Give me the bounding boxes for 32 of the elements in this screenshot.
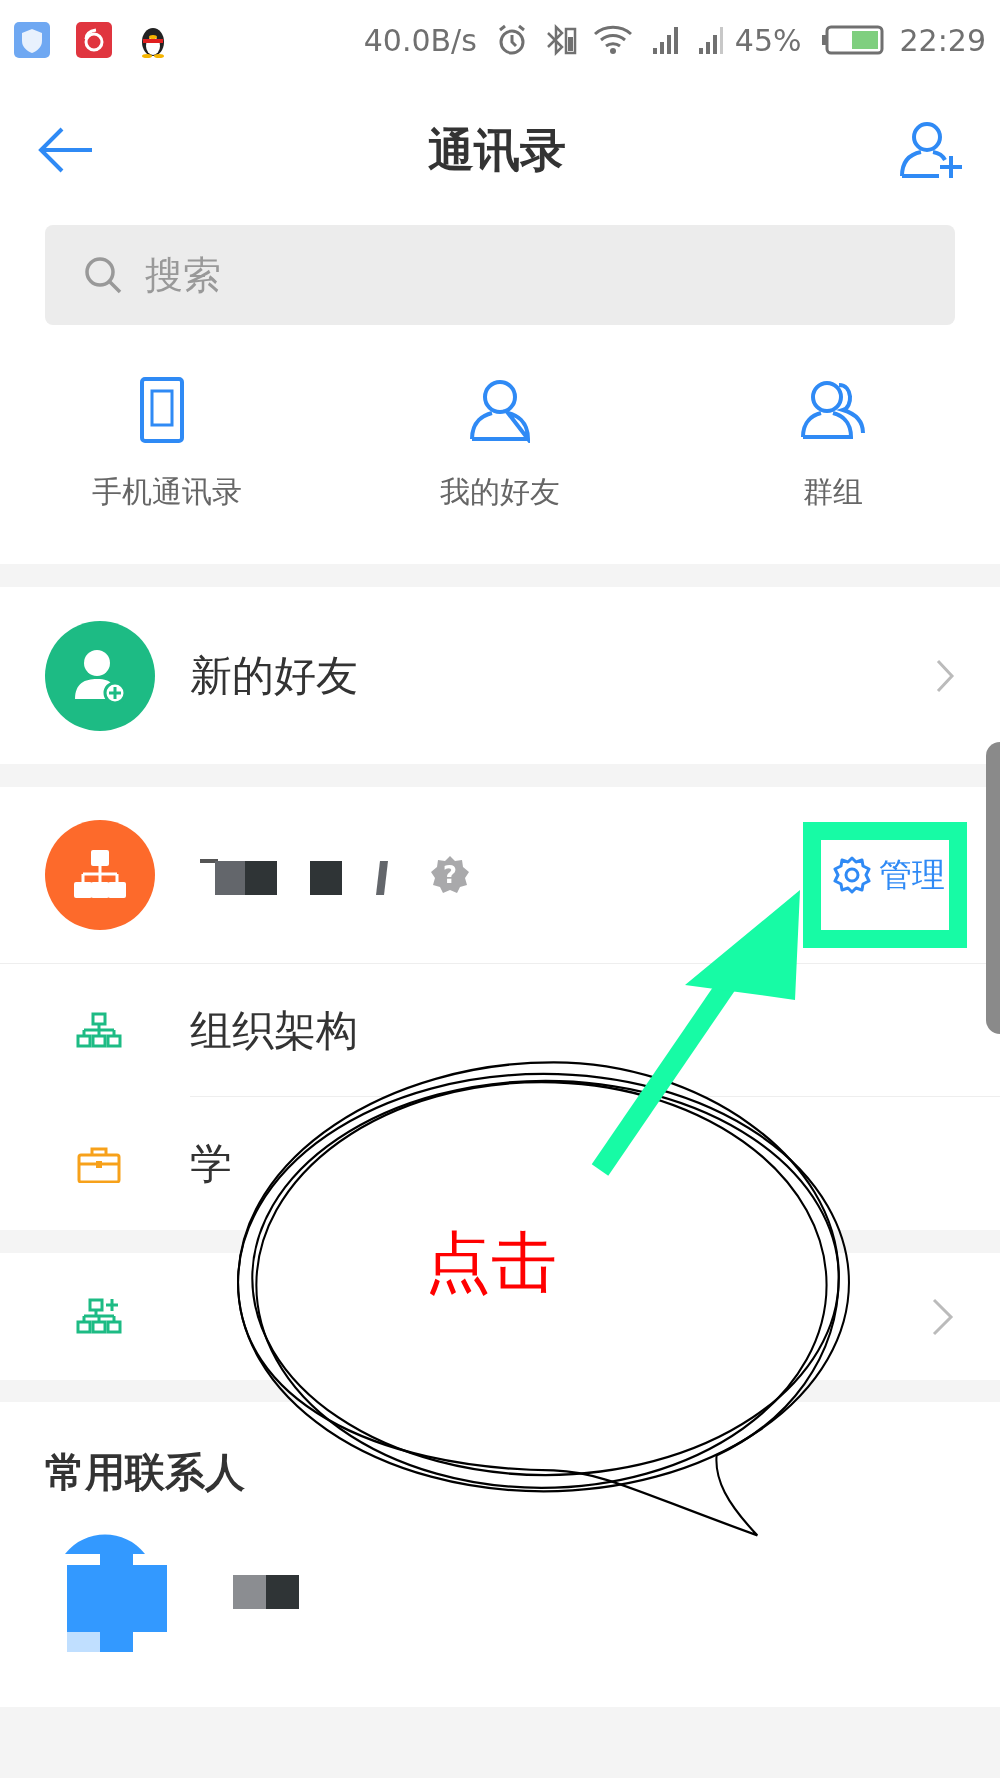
quick-link[interactable]: 我的好友: [333, 377, 667, 514]
search-icon: [83, 255, 123, 295]
avatar-add-person-icon: [45, 620, 155, 731]
person-icon: [468, 377, 532, 443]
clock: 22:29: [899, 21, 986, 60]
alarm-icon: [496, 24, 527, 56]
list-item[interactable]: 新的好友: [0, 587, 1000, 764]
gear-icon: [833, 856, 871, 894]
chevron-right-icon: [935, 657, 955, 694]
page-title: 通讯录: [428, 121, 566, 179]
org-chart-icon: [76, 1011, 122, 1050]
redacted-name: [233, 1575, 299, 1609]
scrollbar-thumb[interactable]: [986, 742, 1000, 1034]
add-org-chart-icon: [76, 1297, 122, 1336]
avatar-org-chart-icon: [45, 820, 155, 930]
music-app-icon: [76, 22, 112, 58]
shield-app-icon: [14, 22, 50, 58]
battery-percent: 45%: [734, 21, 802, 60]
signal-icon: [696, 25, 725, 55]
search-field[interactable]: 搜索: [45, 225, 955, 325]
section-heading: 常用联系人: [45, 1448, 246, 1497]
quick-link[interactable]: 手机通讯录: [0, 377, 334, 514]
manage-button[interactable]: 管理: [833, 850, 945, 900]
battery-icon: [821, 25, 884, 55]
wifi-icon: [592, 24, 633, 56]
search-input[interactable]: 搜索: [145, 246, 917, 304]
quick-link[interactable]: 群组: [666, 377, 1000, 514]
bluetooth-icon: [544, 24, 577, 56]
signal-icon: [650, 25, 679, 55]
chevron-right-icon: [931, 1296, 955, 1337]
network-speed: 40.0B/s: [363, 21, 477, 60]
verification-badge: ?: [430, 855, 470, 895]
